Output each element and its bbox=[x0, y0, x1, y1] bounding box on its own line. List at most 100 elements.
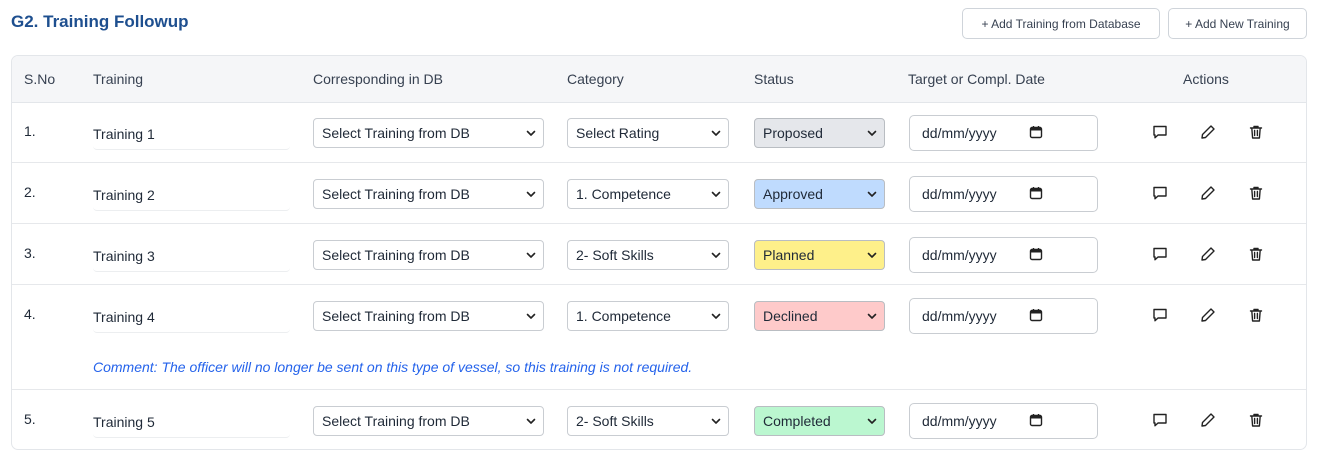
add-training-from-database-button[interactable]: + Add Training from Database bbox=[962, 8, 1160, 39]
comment-icon[interactable] bbox=[1152, 124, 1168, 140]
status-select-value: Proposed bbox=[763, 125, 823, 141]
corresponding-db-select[interactable]: Select Training from DB bbox=[313, 179, 544, 209]
category-select[interactable]: 1. Competence bbox=[567, 179, 729, 209]
pencil-icon[interactable] bbox=[1200, 412, 1216, 428]
comment-icon[interactable] bbox=[1152, 412, 1168, 428]
trash-icon[interactable] bbox=[1248, 307, 1264, 323]
status-select[interactable]: Planned bbox=[754, 240, 885, 270]
target-date-value: dd/mm/yyyy bbox=[922, 186, 997, 202]
corresponding-db-select-value: Select Training from DB bbox=[322, 125, 470, 141]
target-date-input[interactable]: dd/mm/yyyy bbox=[909, 176, 1098, 212]
target-date-value: dd/mm/yyyy bbox=[922, 125, 997, 141]
table-row: 4. Training 4 Select Training from DB 1.… bbox=[12, 285, 1306, 390]
row-number: 4. bbox=[24, 306, 36, 322]
category-select-value: 1. Competence bbox=[576, 308, 671, 324]
comment-icon[interactable] bbox=[1152, 185, 1168, 201]
chevron-down-icon bbox=[526, 191, 536, 197]
calendar-icon[interactable] bbox=[1029, 186, 1043, 200]
trash-icon[interactable] bbox=[1248, 412, 1264, 428]
row-number: 1. bbox=[24, 123, 36, 139]
calendar-icon[interactable] bbox=[1029, 125, 1043, 139]
category-select-value: Select Rating bbox=[576, 125, 660, 141]
corresponding-db-select[interactable]: Select Training from DB bbox=[313, 240, 544, 270]
trash-icon[interactable] bbox=[1248, 185, 1264, 201]
row-number: 5. bbox=[24, 411, 36, 427]
chevron-down-icon bbox=[711, 418, 721, 424]
status-select[interactable]: Proposed bbox=[754, 118, 885, 148]
status-select-value: Approved bbox=[763, 186, 823, 202]
column-header-actions: Actions bbox=[1183, 71, 1229, 87]
target-date-input[interactable]: dd/mm/yyyy bbox=[909, 403, 1098, 439]
trash-icon[interactable] bbox=[1248, 246, 1264, 262]
category-select[interactable]: 2- Soft Skills bbox=[567, 406, 729, 436]
corresponding-db-select-value: Select Training from DB bbox=[322, 186, 470, 202]
pencil-icon[interactable] bbox=[1200, 307, 1216, 323]
table-row: 1. Training 1 Select Training from DB Se… bbox=[12, 102, 1306, 163]
row-comment: Comment: The officer will no longer be s… bbox=[93, 359, 693, 375]
add-new-training-button[interactable]: + Add New Training bbox=[1168, 8, 1307, 39]
comment-icon[interactable] bbox=[1152, 246, 1168, 262]
table-header: S.No Training Corresponding in DB Catego… bbox=[12, 56, 1306, 103]
column-header-sno: S.No bbox=[24, 71, 56, 87]
target-date-value: dd/mm/yyyy bbox=[922, 247, 997, 263]
status-select-value: Completed bbox=[763, 413, 831, 429]
chevron-down-icon bbox=[711, 252, 721, 258]
corresponding-db-select-value: Select Training from DB bbox=[322, 308, 470, 324]
calendar-icon[interactable] bbox=[1029, 247, 1043, 261]
training-followup-table: S.No Training Corresponding in DB Catego… bbox=[11, 55, 1307, 450]
corresponding-db-select[interactable]: Select Training from DB bbox=[313, 118, 544, 148]
target-date-input[interactable]: dd/mm/yyyy bbox=[909, 237, 1098, 273]
pencil-icon[interactable] bbox=[1200, 124, 1216, 140]
chevron-down-icon bbox=[711, 130, 721, 136]
category-select[interactable]: Select Rating bbox=[567, 118, 729, 148]
chevron-down-icon bbox=[867, 252, 877, 258]
training-name-input[interactable]: Training 3 bbox=[93, 240, 290, 272]
category-select[interactable]: 1. Competence bbox=[567, 301, 729, 331]
corresponding-db-select[interactable]: Select Training from DB bbox=[313, 301, 544, 331]
training-name-input[interactable]: Training 2 bbox=[93, 179, 290, 211]
status-select[interactable]: Approved bbox=[754, 179, 885, 209]
chevron-down-icon bbox=[526, 418, 536, 424]
page-title: G2. Training Followup bbox=[11, 12, 189, 31]
chevron-down-icon bbox=[867, 191, 877, 197]
chevron-down-icon bbox=[867, 130, 877, 136]
status-select-value: Declined bbox=[763, 308, 818, 324]
chevron-down-icon bbox=[867, 418, 877, 424]
training-name-input[interactable]: Training 4 bbox=[93, 301, 290, 333]
category-select-value: 2- Soft Skills bbox=[576, 413, 654, 429]
table-row: 5. Training 5 Select Training from DB 2-… bbox=[12, 390, 1306, 449]
category-select-value: 1. Competence bbox=[576, 186, 671, 202]
status-select[interactable]: Completed bbox=[754, 406, 885, 436]
calendar-icon[interactable] bbox=[1029, 413, 1043, 427]
pencil-icon[interactable] bbox=[1200, 185, 1216, 201]
chevron-down-icon bbox=[867, 313, 877, 319]
chevron-down-icon bbox=[711, 191, 721, 197]
column-header-status: Status bbox=[754, 71, 794, 87]
row-number: 2. bbox=[24, 184, 36, 200]
corresponding-db-select[interactable]: Select Training from DB bbox=[313, 406, 544, 436]
column-header-training: Training bbox=[93, 71, 144, 87]
chevron-down-icon bbox=[526, 130, 536, 136]
corresponding-db-select-value: Select Training from DB bbox=[322, 413, 470, 429]
chevron-down-icon bbox=[526, 252, 536, 258]
status-select[interactable]: Declined bbox=[754, 301, 885, 331]
table-row: 3. Training 3 Select Training from DB 2-… bbox=[12, 224, 1306, 285]
corresponding-db-select-value: Select Training from DB bbox=[322, 247, 470, 263]
category-select[interactable]: 2- Soft Skills bbox=[567, 240, 729, 270]
target-date-input[interactable]: dd/mm/yyyy bbox=[909, 115, 1098, 151]
column-header-date: Target or Compl. Date bbox=[908, 71, 1045, 87]
category-select-value: 2- Soft Skills bbox=[576, 247, 654, 263]
comment-icon[interactable] bbox=[1152, 307, 1168, 323]
target-date-input[interactable]: dd/mm/yyyy bbox=[909, 298, 1098, 334]
training-name-input[interactable]: Training 1 bbox=[93, 118, 290, 150]
pencil-icon[interactable] bbox=[1200, 246, 1216, 262]
calendar-icon[interactable] bbox=[1029, 308, 1043, 322]
target-date-value: dd/mm/yyyy bbox=[922, 413, 997, 429]
chevron-down-icon bbox=[526, 313, 536, 319]
row-number: 3. bbox=[24, 245, 36, 261]
chevron-down-icon bbox=[711, 313, 721, 319]
target-date-value: dd/mm/yyyy bbox=[922, 308, 997, 324]
table-row: 2. Training 2 Select Training from DB 1.… bbox=[12, 163, 1306, 224]
trash-icon[interactable] bbox=[1248, 124, 1264, 140]
training-name-input[interactable]: Training 5 bbox=[93, 406, 290, 438]
